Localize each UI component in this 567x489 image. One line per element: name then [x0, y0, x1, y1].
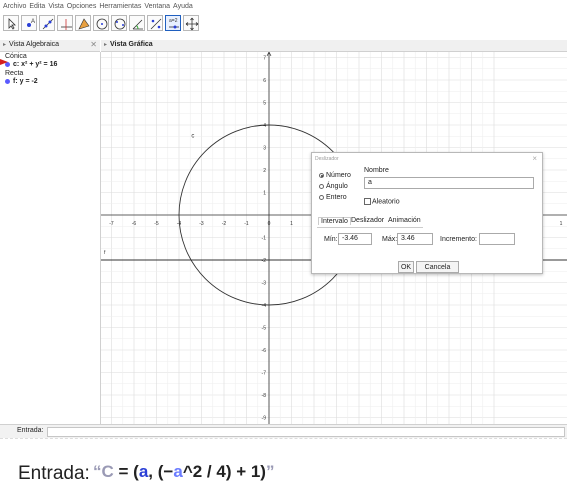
tab-deslizador[interactable]: Deslizador	[351, 217, 384, 224]
dialog-title: Deslizador	[315, 156, 339, 162]
callout-divider	[0, 438, 567, 441]
algebra-view: Cónica c: x² + y² = 16 Recta f: y = -2	[0, 52, 101, 424]
category-line[interactable]: Recta	[5, 70, 23, 77]
name-label: Nombre	[364, 167, 389, 174]
algebra-view-header: ▸ Vista Algebraica ✕	[0, 40, 100, 52]
circle-tool-icon[interactable]	[93, 15, 109, 31]
x-tick-label: -7	[109, 221, 114, 227]
slider-tool-icon[interactable]: a=2	[165, 15, 181, 31]
toolbar: A a=2	[0, 13, 567, 39]
algebra-item-line[interactable]: f: y = -2	[5, 78, 38, 85]
radio-icon	[319, 183, 324, 189]
y-tick-label: -2	[262, 258, 267, 264]
svg-text:A: A	[31, 19, 35, 25]
x-tick-label: -6	[132, 221, 137, 227]
min-label: Mín:	[324, 236, 338, 243]
x-tick-label: 0	[268, 221, 271, 227]
dialog-close-icon[interactable]: ×	[532, 154, 537, 163]
y-tick-label: 3	[263, 146, 266, 152]
y-tick-label: -5	[262, 326, 267, 332]
collapse-triangle-icon[interactable]: ▸	[3, 41, 6, 48]
zoomed-input-callout: Entrada: “C = (a, (−a^2 / 4) + 1)”	[0, 438, 567, 489]
min-field[interactable]: -3.46	[338, 233, 372, 245]
max-label: Máx:	[382, 236, 398, 243]
name-field[interactable]: a	[364, 177, 534, 189]
input-bar-label: Entrada:	[17, 427, 44, 434]
y-tick-label: 7	[263, 56, 266, 62]
x-tick-label: -1	[244, 221, 249, 227]
x-tick-label: 1	[290, 221, 293, 227]
y-tick-label: -3	[262, 281, 267, 287]
y-tick-label: -8	[262, 393, 267, 399]
y-tick-label: 2	[263, 168, 266, 174]
menu-ayuda[interactable]: Ayuda	[173, 0, 193, 13]
move-view-tool-icon[interactable]	[183, 15, 199, 31]
y-tick-label: -4	[262, 303, 267, 309]
input-field[interactable]	[47, 427, 565, 437]
radio-entero[interactable]: Entero	[319, 194, 361, 201]
collapse-triangle-icon[interactable]: ▸	[104, 41, 107, 48]
cancel-button[interactable]: Cancela	[416, 261, 459, 273]
menu-opciones[interactable]: Opciones	[67, 0, 97, 13]
reflect-tool-icon[interactable]	[147, 15, 163, 31]
pointer-arrow-icon	[0, 59, 8, 65]
ok-button[interactable]: OK	[398, 261, 414, 273]
y-tick-label: 5	[263, 101, 266, 107]
increment-field[interactable]	[479, 233, 515, 245]
menu-ventana[interactable]: Ventana	[144, 0, 170, 13]
graphics-view-header: ▸ Vista Gráfica	[101, 40, 567, 52]
menu-herramientas[interactable]: Herramientas	[99, 0, 141, 13]
visibility-dot-icon[interactable]	[5, 78, 10, 84]
tab-animacion[interactable]: Animación	[388, 217, 421, 224]
perpendicular-tool-icon[interactable]	[57, 15, 73, 31]
x-tick-label: -2	[222, 221, 227, 227]
random-checkbox[interactable]: Aleatorio	[364, 198, 400, 205]
y-tick-label: 6	[263, 78, 266, 84]
checkbox-icon	[364, 198, 371, 205]
menu-edita[interactable]: Edita	[29, 0, 45, 13]
svg-text:a=2: a=2	[169, 18, 178, 24]
menu-archivo[interactable]: Archivo	[3, 0, 26, 13]
polygon-tool-icon[interactable]	[75, 15, 91, 31]
y-tick-label: -6	[262, 348, 267, 354]
x-tick-label: 1	[560, 221, 563, 227]
close-icon[interactable]: ✕	[90, 40, 97, 49]
zoomed-input-command: “C = (a, (−a^2 / 4) + 1)”	[93, 462, 275, 481]
menu-vista[interactable]: Vista	[48, 0, 63, 13]
y-tick-label: -1	[262, 236, 267, 242]
y-tick-label: 1	[263, 191, 266, 197]
input-bar: Entrada:	[0, 424, 567, 439]
radio-angulo[interactable]: Ángulo	[319, 183, 361, 190]
y-tick-label: -9	[262, 416, 267, 422]
line-f-label: f	[104, 250, 106, 256]
point-tool-icon[interactable]: A	[21, 15, 37, 31]
y-tick-label: -7	[262, 371, 267, 377]
circle-c-label: c	[191, 133, 194, 139]
x-tick-label: -3	[199, 221, 204, 227]
dialog-titlebar[interactable]: Deslizador ×	[312, 153, 542, 165]
graphics-view-title: Vista Gráfica	[110, 41, 153, 48]
radio-selected-icon	[319, 172, 324, 178]
angle-tool-icon[interactable]	[129, 15, 145, 31]
radio-icon	[319, 194, 324, 200]
increment-label: Incremento:	[440, 236, 477, 243]
radio-numero[interactable]: Número	[319, 172, 361, 179]
slider-dialog: Deslizador × Número Ángulo Entero Nombre…	[311, 152, 543, 274]
y-tick-label: 4	[263, 123, 266, 129]
move-tool-icon[interactable]	[3, 15, 19, 31]
conic-tool-icon[interactable]	[111, 15, 127, 31]
tab-intervalo[interactable]: Intervalo	[318, 217, 351, 225]
algebra-item-circle[interactable]: c: x² + y² = 16	[5, 61, 57, 68]
zoomed-input-label: Entrada:	[18, 463, 90, 484]
algebra-view-title: Vista Algebraica	[9, 41, 60, 48]
line-tool-icon[interactable]	[39, 15, 55, 31]
x-tick-label: -5	[154, 221, 159, 227]
menu-bar: Archivo Edita Vista Opciones Herramientas Ven…	[0, 0, 567, 13]
max-field[interactable]: 3.46	[397, 233, 433, 245]
